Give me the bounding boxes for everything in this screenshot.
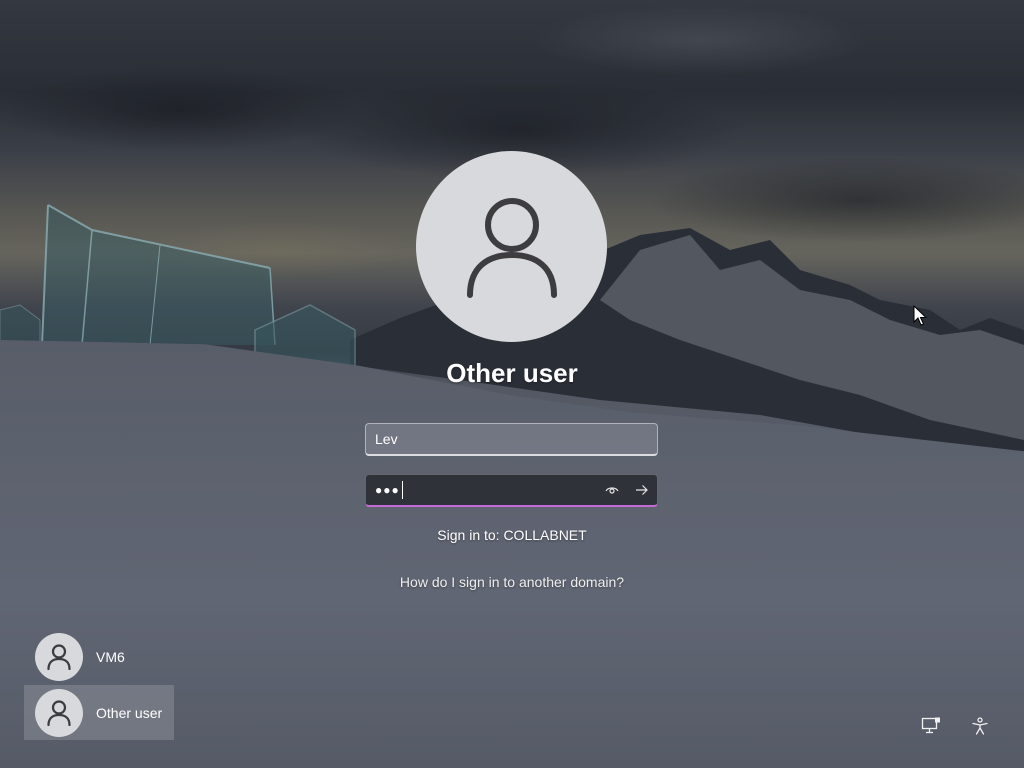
eye-icon: [605, 487, 619, 494]
user-item-label: Other user: [96, 704, 163, 721]
accessibility-icon: [972, 717, 988, 735]
accessibility-button[interactable]: [969, 715, 991, 737]
user-list: VM6 Other user: [24, 629, 174, 741]
selected-user-name: Other user: [446, 358, 578, 388]
arrow-right-icon: [636, 485, 648, 495]
sign-in-domain-text: Sign in to: COLLABNET: [437, 527, 587, 543]
password-mask: ●●●: [375, 483, 400, 497]
user-item-other-user[interactable]: Other user: [24, 685, 174, 740]
person-icon: [466, 197, 557, 298]
user-item-vm6[interactable]: VM6: [24, 629, 174, 684]
user-avatar-small: [35, 632, 83, 681]
mouse-cursor: [913, 305, 927, 326]
user-avatar: [416, 151, 607, 342]
user-avatar-small: [35, 688, 83, 737]
network-button[interactable]: [920, 715, 942, 737]
person-icon: [47, 643, 71, 670]
person-icon: [47, 699, 71, 726]
text-caret: [401, 481, 403, 499]
network-icon: [921, 717, 940, 734]
username-field[interactable]: Lev: [365, 423, 658, 456]
lock-screen: Other user Lev ●●● Sign in to: COLLABNET…: [0, 0, 1024, 768]
submit-button[interactable]: [627, 476, 657, 505]
user-item-label: VM6: [96, 648, 125, 665]
reveal-password-button[interactable]: [597, 476, 627, 505]
password-field[interactable]: ●●●: [365, 474, 658, 507]
other-domain-link[interactable]: How do I sign in to another domain?: [312, 574, 712, 590]
